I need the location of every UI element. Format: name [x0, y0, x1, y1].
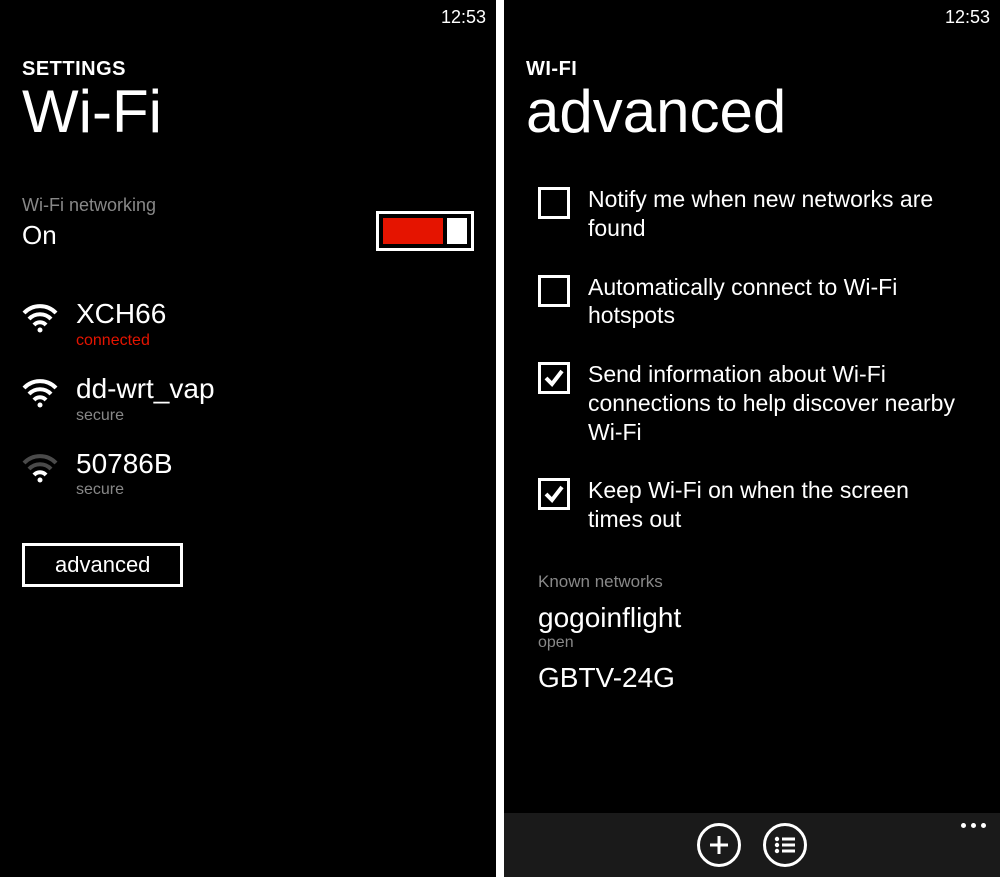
- checkmark-icon: [543, 483, 565, 505]
- advanced-options-list: Notify me when new networks are found Au…: [504, 185, 1000, 534]
- known-networks-list: gogoinflight open GBTV-24G: [504, 596, 1000, 698]
- network-status: connected: [76, 332, 166, 350]
- option-row[interactable]: Keep Wi-Fi on when the screen times out: [538, 476, 978, 534]
- option-row[interactable]: Automatically connect to Wi-Fi hotspots: [538, 273, 978, 331]
- network-text: 50786B secure: [76, 449, 173, 500]
- known-network-sub: open: [538, 634, 978, 652]
- network-name: dd-wrt_vap: [76, 374, 215, 405]
- status-bar: 12:53: [0, 0, 496, 30]
- wifi-signal-icon: [22, 303, 58, 333]
- network-item[interactable]: dd-wrt_vap secure: [22, 374, 474, 425]
- breadcrumb: SETTINGS: [0, 30, 496, 81]
- status-bar: 12:53: [504, 0, 1000, 30]
- option-row[interactable]: Notify me when new networks are found: [538, 185, 978, 243]
- option-row[interactable]: Send information about Wi-Fi connections…: [538, 360, 978, 446]
- toggle-knob: [447, 218, 467, 244]
- network-status: secure: [76, 481, 173, 499]
- advanced-button[interactable]: advanced: [22, 543, 183, 587]
- network-text: XCH66 connected: [76, 299, 166, 350]
- network-name: XCH66: [76, 299, 166, 330]
- network-list: XCH66 connected dd-wrt_vap secure 50786B…: [22, 299, 474, 499]
- network-text: dd-wrt_vap secure: [76, 374, 215, 425]
- checkbox[interactable]: [538, 478, 570, 510]
- known-networks-header: Known networks: [504, 564, 1000, 596]
- app-bar: [504, 813, 1000, 877]
- more-dots-icon: [961, 823, 966, 828]
- checkbox[interactable]: [538, 275, 570, 307]
- checkbox[interactable]: [538, 187, 570, 219]
- wifi-toggle-value: On: [22, 220, 376, 251]
- breadcrumb: WI-FI: [504, 30, 1000, 81]
- option-label: Automatically connect to Wi-Fi hotspots: [588, 273, 968, 331]
- clock: 12:53: [441, 7, 486, 28]
- wifi-advanced-screen: 12:53 WI-FI advanced Notify me when new …: [504, 0, 1000, 877]
- known-network-name: GBTV-24G: [538, 662, 978, 694]
- option-label: Keep Wi-Fi on when the screen times out: [588, 476, 968, 534]
- more-button[interactable]: [961, 823, 986, 828]
- wifi-settings-screen: 12:53 SETTINGS Wi-Fi Wi-Fi networking On…: [0, 0, 496, 877]
- page-title: advanced: [504, 79, 1000, 145]
- toggle-fill: [383, 218, 443, 244]
- known-network-name: gogoinflight: [538, 602, 978, 634]
- network-status: secure: [76, 407, 215, 425]
- network-name: 50786B: [76, 449, 173, 480]
- wifi-toggle[interactable]: [376, 211, 474, 251]
- wifi-signal-icon: [22, 453, 58, 483]
- network-item[interactable]: XCH66 connected: [22, 299, 474, 350]
- checkbox[interactable]: [538, 362, 570, 394]
- known-network-item[interactable]: GBTV-24G: [504, 656, 1000, 698]
- plus-icon: [708, 834, 730, 856]
- clock: 12:53: [945, 7, 990, 28]
- wifi-signal-icon: [22, 378, 58, 408]
- add-button[interactable]: [697, 823, 741, 867]
- option-label: Send information about Wi-Fi connections…: [588, 360, 968, 446]
- list-select-icon: [773, 835, 797, 855]
- select-button[interactable]: [763, 823, 807, 867]
- page-title: Wi-Fi: [0, 79, 496, 145]
- wifi-toggle-caption: Wi-Fi networking: [22, 195, 376, 216]
- wifi-toggle-row: Wi-Fi networking On: [22, 195, 474, 251]
- option-label: Notify me when new networks are found: [588, 185, 968, 243]
- network-item[interactable]: 50786B secure: [22, 449, 474, 500]
- checkmark-icon: [543, 367, 565, 389]
- known-network-item[interactable]: gogoinflight open: [504, 596, 1000, 656]
